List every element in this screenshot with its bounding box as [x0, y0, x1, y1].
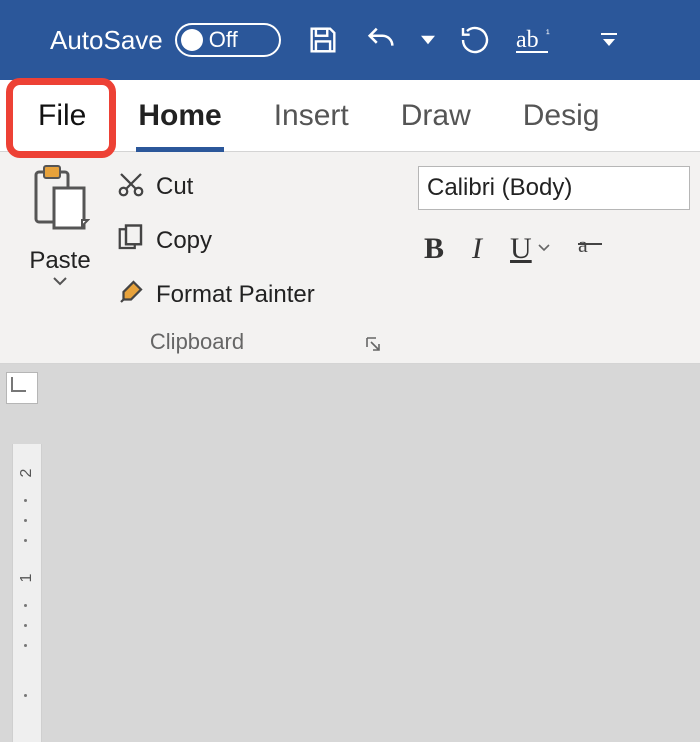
- group-clipboard: Paste Cut: [0, 152, 394, 363]
- cut-label: Cut: [156, 173, 193, 201]
- autosave-toggle-knob: [181, 29, 203, 51]
- customize-qat-icon[interactable]: [583, 14, 635, 66]
- italic-button[interactable]: I: [472, 232, 482, 266]
- tab-home[interactable]: Home: [112, 80, 247, 152]
- vertical-ruler[interactable]: 2 1: [12, 444, 42, 742]
- copy-label: Copy: [156, 227, 212, 255]
- format-painter-label: Format Painter: [156, 281, 315, 309]
- tab-draw[interactable]: Draw: [375, 80, 497, 152]
- svg-text:¹: ¹: [546, 28, 550, 40]
- font-name-combobox[interactable]: Calibri (Body): [418, 166, 690, 210]
- tab-insert[interactable]: Insert: [248, 80, 375, 152]
- group-font: Calibri (Body) B I U a: [394, 152, 700, 363]
- underline-button[interactable]: U: [510, 232, 550, 266]
- save-icon[interactable]: [297, 14, 349, 66]
- ruler-tick: [24, 499, 27, 502]
- undo-dropdown-icon[interactable]: [413, 33, 443, 47]
- ruler-tick: [24, 624, 27, 627]
- svg-text:ab: ab: [516, 27, 539, 53]
- ruler-tick: [24, 694, 27, 697]
- paste-dropdown-icon[interactable]: [52, 273, 68, 291]
- redo-icon[interactable]: [449, 14, 501, 66]
- format-painter-button[interactable]: Format Painter: [116, 272, 315, 318]
- document-area[interactable]: 2 1: [0, 364, 700, 742]
- ruler-tick: [24, 539, 27, 542]
- autosave-toggle-state: Off: [209, 27, 238, 53]
- paintbrush-icon: [116, 277, 146, 314]
- scissors-icon: [116, 169, 146, 206]
- autosave-toggle[interactable]: Off: [175, 23, 281, 57]
- autosave-label: AutoSave: [50, 25, 163, 56]
- undo-icon[interactable]: [355, 14, 407, 66]
- copy-icon: [116, 223, 146, 260]
- copy-button[interactable]: Copy: [116, 218, 315, 264]
- underline-dropdown-icon[interactable]: [538, 241, 550, 257]
- ruler-corner-icon[interactable]: [6, 372, 38, 404]
- tab-file[interactable]: File: [12, 80, 112, 152]
- ribbon-tabs: File Home Insert Draw Desig: [0, 80, 700, 152]
- ruler-mark-2: 2: [18, 459, 36, 487]
- ruler-tick: [24, 519, 27, 522]
- paste-label: Paste: [29, 247, 90, 275]
- ribbon-body: Paste Cut: [0, 152, 700, 364]
- cut-button[interactable]: Cut: [116, 164, 315, 210]
- spelling-icon[interactable]: ab ¹: [513, 14, 565, 66]
- tab-design[interactable]: Desig: [497, 80, 600, 152]
- clipboard-dialog-launcher-icon[interactable]: [362, 331, 384, 353]
- ruler-tick: [24, 604, 27, 607]
- group-clipboard-label: Clipboard: [10, 327, 384, 357]
- strikethrough-button[interactable]: a: [578, 232, 608, 258]
- bold-button[interactable]: B: [424, 232, 444, 266]
- ruler-tick: [24, 644, 27, 647]
- titlebar: AutoSave Off ab ¹: [0, 0, 700, 80]
- paste-button[interactable]: Paste: [10, 162, 110, 327]
- paste-icon: [30, 164, 90, 243]
- ruler-mark-1: 1: [18, 564, 36, 592]
